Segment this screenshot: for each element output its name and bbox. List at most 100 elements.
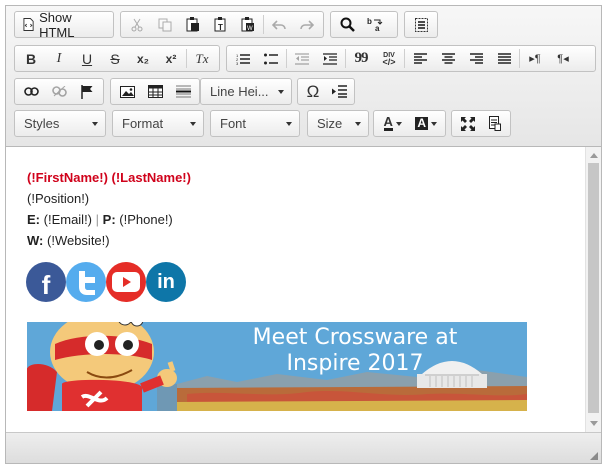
line-height-dropdown[interactable]: Line Hei... — [200, 78, 292, 105]
vertical-scrollbar[interactable] — [585, 147, 601, 432]
blockquote-button[interactable]: 99 — [347, 47, 375, 70]
scroll-up-arrow-icon[interactable] — [590, 153, 598, 158]
background-color-icon: A — [415, 116, 429, 130]
size-label: Size — [317, 116, 343, 131]
text-color-button[interactable]: A — [376, 112, 410, 135]
scroll-thumb[interactable] — [588, 163, 599, 413]
chevron-down-icon — [286, 121, 292, 126]
div-brackets-icon: </> — [382, 56, 396, 67]
line-height-label: Line Hei... — [210, 84, 269, 99]
copy-button[interactable] — [151, 13, 179, 36]
svg-text:W: W — [247, 26, 253, 32]
strikethrough-button[interactable]: S — [101, 47, 129, 70]
toolbar-group-links — [14, 78, 104, 105]
align-left-button[interactable] — [406, 47, 434, 70]
subscript-button[interactable]: x₂ — [129, 47, 157, 70]
replace-icon: ba — [367, 17, 383, 32]
superscript-button[interactable]: x² — [157, 47, 185, 70]
email-label: E: — [27, 212, 40, 227]
text-direction-ltr-button[interactable]: ▸¶ — [521, 47, 549, 70]
align-right-button[interactable] — [462, 47, 490, 70]
quote-icon: 99 — [354, 50, 369, 66]
facebook-letter: f — [41, 269, 51, 300]
justify-button[interactable] — [490, 47, 518, 70]
redo-button[interactable] — [293, 13, 321, 36]
email-signature: (!FirstName!) (!LastName!) (!Position!) … — [27, 167, 191, 251]
special-char-button[interactable]: Ω — [300, 80, 326, 103]
link-button[interactable] — [17, 80, 45, 103]
background-color-button[interactable]: A — [410, 112, 444, 135]
toolbar-group-colors: A A — [373, 110, 446, 137]
table-button[interactable] — [141, 80, 169, 103]
indent-icon — [323, 52, 337, 65]
numbered-list-button[interactable]: 123 — [229, 47, 257, 70]
twitter-t-icon — [79, 271, 95, 295]
font-dropdown[interactable]: Font — [210, 110, 300, 137]
editor-toolbar: Show HTML T W b a B I U S x₂ x² Tx 1 2 3… — [6, 6, 601, 147]
position-placeholder: (!Position!) — [27, 191, 90, 206]
numbered-list-icon: 123 — [236, 53, 250, 65]
toolbar-group-source: Show HTML — [14, 10, 114, 40]
chevron-down-icon — [431, 121, 438, 126]
image-button[interactable] — [113, 80, 141, 103]
website-label: W: — [27, 233, 44, 248]
styles-dropdown[interactable]: Styles — [14, 110, 106, 137]
resize-grip-icon[interactable] — [590, 452, 598, 460]
linkedin-letters: in — [157, 270, 175, 293]
unlink-icon — [51, 86, 67, 97]
page-break-button[interactable] — [326, 80, 352, 103]
chevron-down-icon — [190, 121, 196, 126]
create-div-button[interactable]: DIV </> — [375, 47, 403, 70]
chevron-down-icon — [278, 89, 284, 94]
italic-button[interactable]: I — [45, 47, 73, 70]
twitter-icon[interactable] — [66, 262, 106, 302]
styles-label: Styles — [24, 116, 60, 131]
underline-button[interactable]: U — [73, 47, 101, 70]
text-direction-rtl-button[interactable]: ¶◂ — [549, 47, 577, 70]
show-html-button[interactable]: Show HTML — [17, 10, 111, 40]
editor-content[interactable]: (!FirstName!) (!LastName!) (!Position!) … — [6, 147, 585, 432]
format-dropdown[interactable]: Format — [112, 110, 204, 137]
outdent-button[interactable] — [288, 47, 316, 70]
html-editor: Show HTML T W b a B I U S x₂ x² Tx 1 2 3… — [5, 5, 602, 464]
play-icon — [112, 272, 140, 292]
linkedin-icon[interactable]: in — [146, 262, 186, 302]
bulleted-list-icon — [264, 53, 278, 64]
event-banner[interactable]: Meet Crossware at Inspire 2017 — [27, 322, 527, 411]
size-dropdown[interactable]: Size — [307, 110, 369, 137]
facebook-icon[interactable]: f — [26, 262, 66, 302]
toolbar-group-tools — [451, 110, 511, 137]
paste-word-button[interactable]: W — [234, 13, 262, 36]
indent-button[interactable] — [316, 47, 344, 70]
chevron-down-icon — [395, 121, 402, 126]
select-all-button[interactable] — [407, 13, 435, 36]
bold-button[interactable]: B — [17, 47, 45, 70]
banner-text: Meet Crossware at Inspire 2017 — [205, 325, 505, 377]
undo-icon — [272, 19, 287, 30]
remove-format-button[interactable]: Tx — [188, 47, 216, 70]
toolbar-group-insert — [110, 78, 200, 105]
justify-icon — [497, 53, 511, 64]
paste-button[interactable] — [179, 13, 207, 36]
horizontal-rule-button[interactable] — [169, 80, 197, 103]
paste-text-button[interactable]: T — [207, 13, 235, 36]
anchor-button[interactable] — [73, 80, 101, 103]
banner-line-2: Inspire 2017 — [286, 351, 424, 376]
maximize-button[interactable] — [454, 112, 481, 135]
toolbar-group-basicstyles: B I U S x₂ x² Tx — [14, 45, 220, 72]
undo-button[interactable] — [265, 13, 293, 36]
scroll-down-arrow-icon[interactable] — [590, 421, 598, 426]
unlink-button[interactable] — [45, 80, 73, 103]
scissors-icon — [131, 18, 143, 31]
youtube-icon[interactable] — [106, 262, 146, 302]
align-center-icon — [441, 53, 455, 64]
toolbar-group-paragraph: 123 99 DIV </> ▸¶ ¶◂ — [226, 45, 596, 72]
find-button[interactable] — [333, 13, 361, 36]
show-blocks-button[interactable] — [481, 112, 508, 135]
bulleted-list-button[interactable] — [257, 47, 285, 70]
cut-button[interactable] — [123, 13, 151, 36]
align-center-button[interactable] — [434, 47, 462, 70]
replace-button[interactable]: ba — [361, 13, 389, 36]
insert-icon — [331, 85, 347, 98]
maximize-icon — [460, 116, 475, 131]
